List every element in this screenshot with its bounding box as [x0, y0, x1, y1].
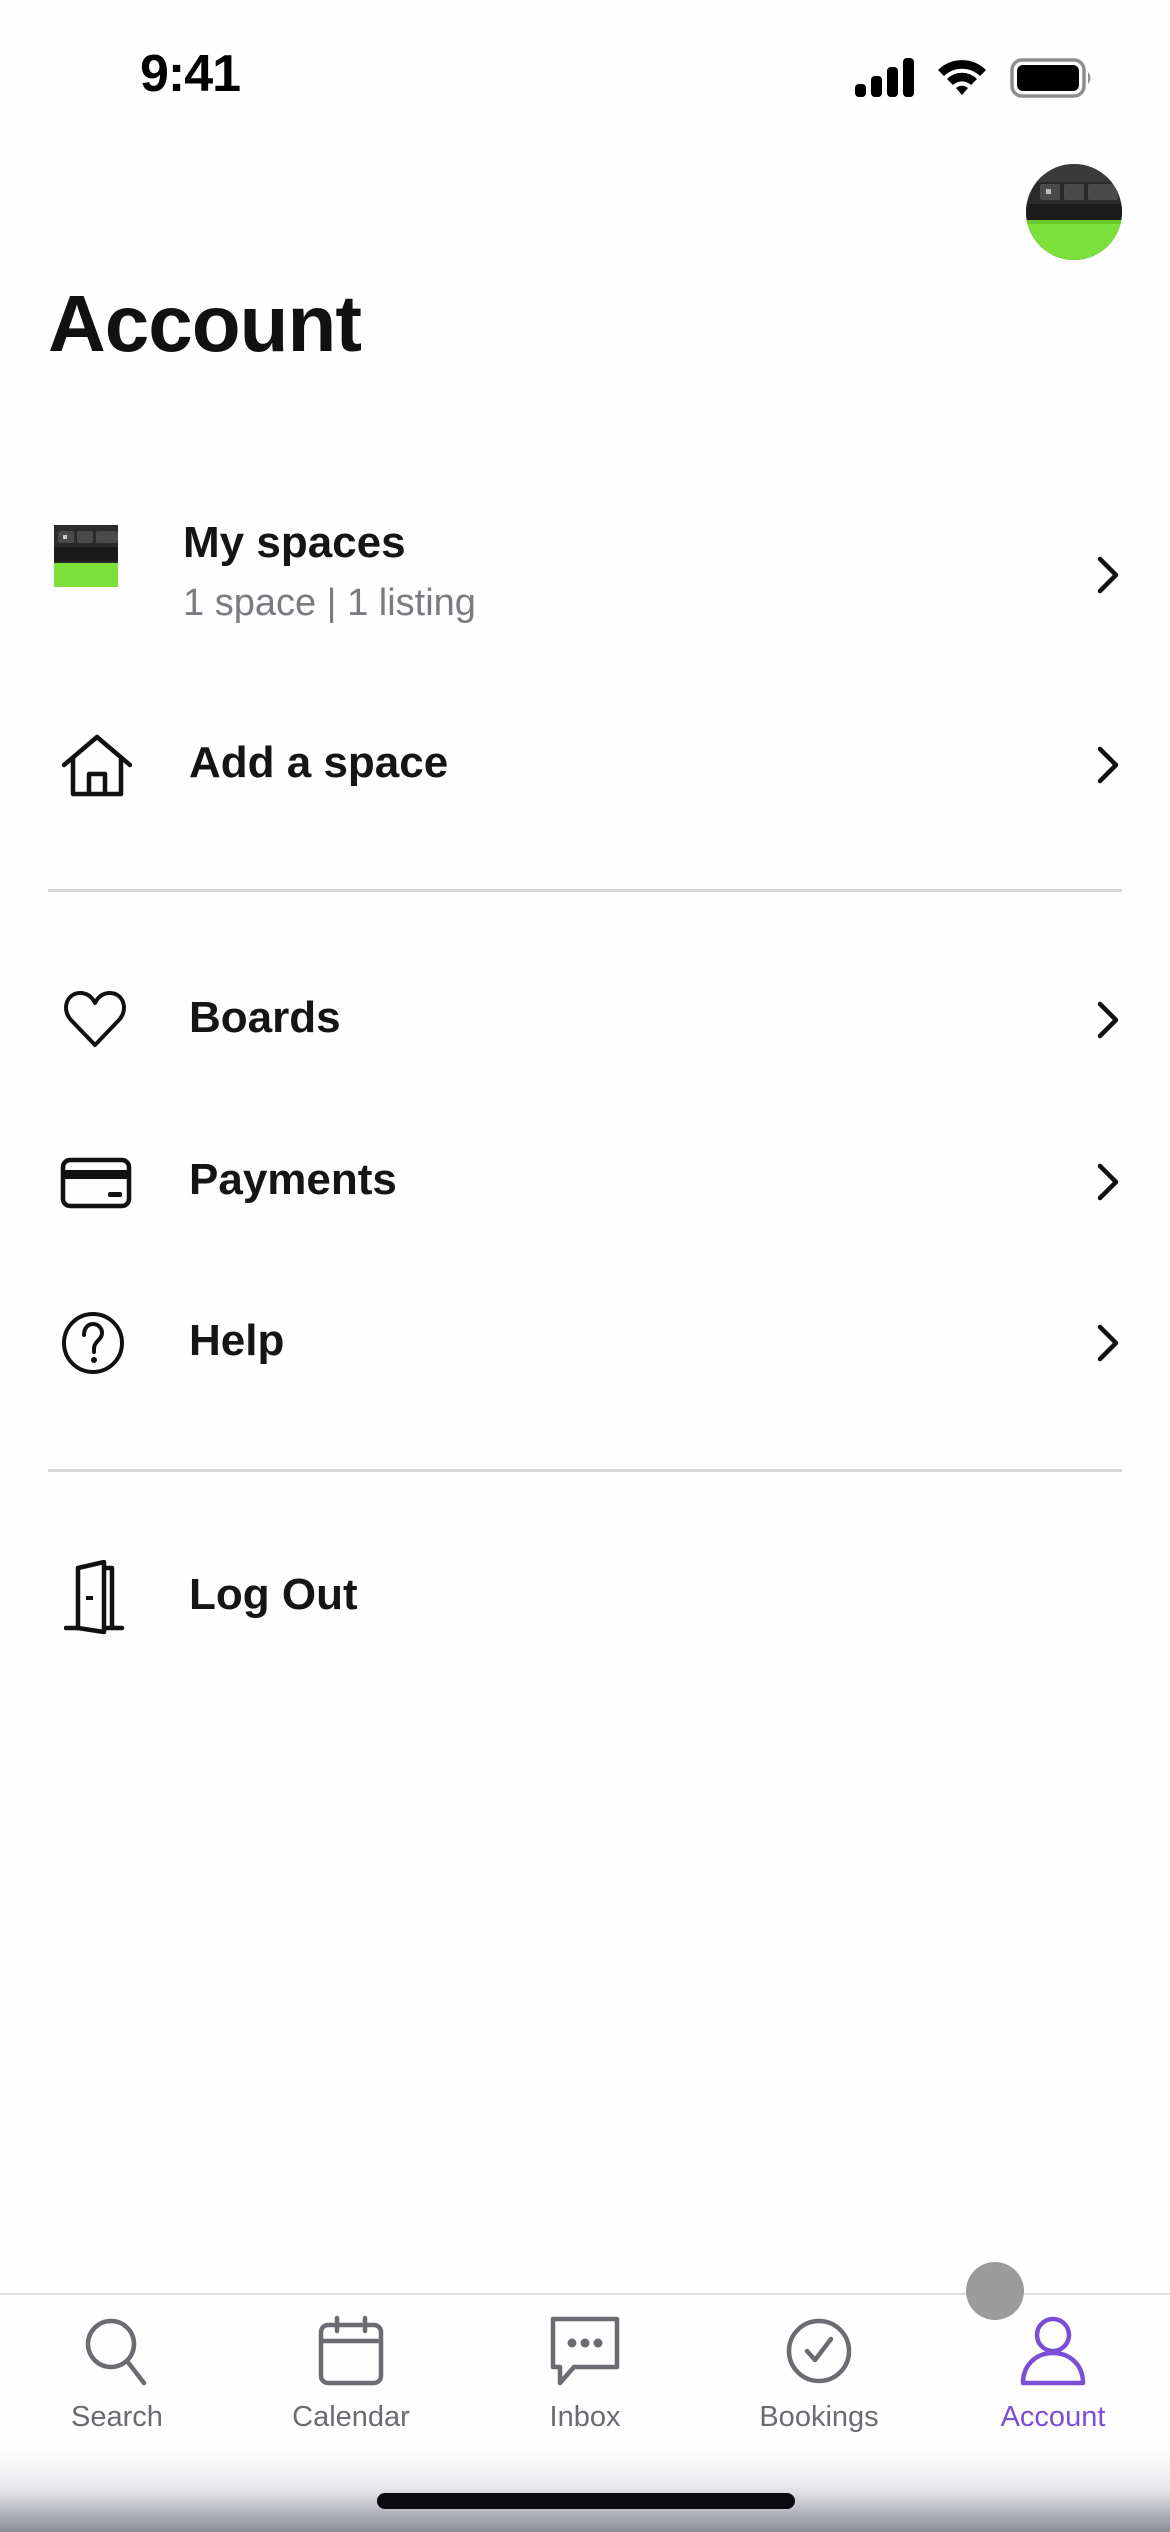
- chevron-right-icon: [1097, 1163, 1119, 1201]
- battery-icon: [1010, 58, 1091, 98]
- tab-account[interactable]: Account: [936, 2315, 1170, 2465]
- menu-item-label: Boards: [189, 993, 341, 1042]
- menu-item-payments[interactable]: Payments: [0, 1137, 1170, 1227]
- touch-indicator: [966, 2262, 1024, 2320]
- home-icon: [61, 734, 133, 797]
- menu-item-label: Log Out: [189, 1570, 358, 1619]
- chat-bubble-icon: [550, 2316, 620, 2386]
- menu-item-label: Help: [189, 1316, 285, 1365]
- calendar-icon: [318, 2315, 384, 2386]
- menu-item-boards[interactable]: Boards: [0, 975, 1170, 1065]
- chevron-right-icon: [1097, 556, 1119, 594]
- space-thumbnail: [54, 525, 118, 587]
- tab-label: Account: [1000, 2401, 1106, 2433]
- menu-item-my-spaces[interactable]: My spaces 1 space | 1 listing: [0, 510, 1170, 650]
- menu-item-label: Payments: [189, 1155, 397, 1204]
- tab-calendar[interactable]: Calendar: [234, 2315, 468, 2465]
- tab-bookings[interactable]: Bookings: [702, 2315, 936, 2465]
- heart-icon: [64, 991, 126, 1047]
- tab-search[interactable]: Search: [0, 2315, 234, 2465]
- help-circle-icon: [62, 1312, 124, 1374]
- status-time: 9:41: [140, 45, 241, 103]
- menu-item-add-space[interactable]: Add a space: [0, 720, 1170, 810]
- avatar-image: [1026, 164, 1122, 260]
- section-divider: [48, 1469, 1122, 1472]
- menu-item-label: Add a space: [189, 738, 449, 787]
- wifi-icon: [938, 60, 986, 95]
- person-icon: [1020, 2316, 1086, 2386]
- tab-label: Search: [71, 2401, 163, 2433]
- tab-label: Bookings: [759, 2401, 879, 2433]
- menu-item-label: My spaces: [183, 518, 406, 567]
- check-circle-icon: [786, 2318, 852, 2384]
- search-icon: [85, 2318, 147, 2386]
- cellular-signal-icon: [855, 58, 914, 97]
- door-icon: [64, 1560, 125, 1635]
- menu-item-help[interactable]: Help: [0, 1298, 1170, 1388]
- menu-item-subtitle: 1 space | 1 listing: [183, 582, 476, 624]
- home-indicator[interactable]: [377, 2493, 795, 2509]
- tab-label: Inbox: [549, 2401, 621, 2433]
- chevron-right-icon: [1097, 1001, 1119, 1039]
- page-title: Account: [48, 279, 362, 368]
- tab-label: Calendar: [292, 2401, 410, 2433]
- chevron-right-icon: [1097, 746, 1119, 784]
- section-divider: [48, 889, 1122, 892]
- credit-card-icon: [60, 1157, 132, 1209]
- profile-avatar[interactable]: [1026, 164, 1122, 260]
- chevron-right-icon: [1097, 1324, 1119, 1362]
- menu-item-log-out[interactable]: Log Out: [0, 1552, 1170, 1642]
- bottom-fade: [0, 2450, 1170, 2532]
- tab-inbox[interactable]: Inbox: [468, 2315, 702, 2465]
